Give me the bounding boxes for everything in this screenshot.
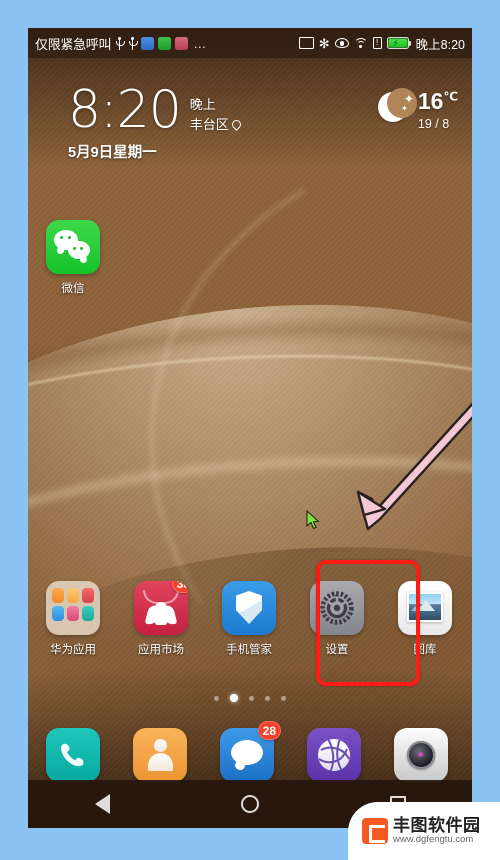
home-circle-icon[interactable] [220, 789, 280, 819]
phone-manager-icon [222, 581, 276, 635]
clock-widget[interactable]: 8:20 晚上 丰台区 5月9日星期一 [68, 80, 243, 162]
app-label: 应用市场 [138, 644, 184, 656]
wifi-icon [353, 37, 368, 49]
highlight-box-settings [316, 560, 420, 686]
watermark-site-name: 丰图软件园 [393, 815, 481, 835]
wechat-icon [46, 220, 100, 274]
app-label: 手机管家 [226, 644, 272, 656]
notification-blue-icon [141, 36, 155, 50]
app-label: 微信 [61, 283, 85, 295]
dock-icon-contacts[interactable] [133, 728, 187, 782]
status-bar-time: 晚上8:20 [415, 37, 465, 52]
phone-screen: 仅限紧急呼叫 … ✻ ! ⚡ 晚上8:20 8:20 晚上 丰台区 5月9日星期… [28, 28, 472, 828]
sim-alert-icon: ! [372, 37, 382, 49]
app-icon-phone-manager[interactable]: 手机管家 [218, 581, 280, 657]
page-dot-active[interactable] [230, 694, 238, 702]
carrier-label: 仅限紧急呼叫 [35, 36, 112, 52]
page-dot[interactable] [249, 695, 254, 701]
weather-widget[interactable]: ✦ ✦ 16℃ 19 / 8 [377, 88, 458, 131]
app-icon-app-market[interactable]: 38 应用市场 [130, 581, 192, 657]
clock-date: 5月9日星期一 [68, 145, 157, 162]
dock-icon-camera[interactable] [394, 728, 448, 782]
watermark: 丰图软件园 www.dgfengtu.com [348, 802, 500, 860]
location-pin-icon [229, 117, 243, 131]
cast-icon [298, 37, 314, 49]
page-dot[interactable] [265, 695, 270, 701]
back-triangle-icon[interactable] [72, 789, 132, 819]
usb-icon [128, 36, 139, 50]
notification-green-icon [158, 36, 172, 50]
dock-icon-messages[interactable]: 28 [220, 721, 281, 782]
clock-location: 丰台区 [189, 116, 229, 132]
bluetooth-icon: ✻ [318, 35, 330, 51]
moon-icon: ✦ ✦ [377, 88, 417, 126]
dock-icon-browser[interactable] [307, 728, 361, 782]
clock-period: 晚上 [189, 97, 216, 112]
more-notifications-indicator: … [193, 35, 208, 51]
page-dot[interactable] [281, 695, 286, 701]
page-indicator[interactable] [28, 694, 472, 702]
eye-comfort-icon [334, 38, 349, 48]
weather-unit: ℃ [443, 89, 458, 104]
battery-charging-icon: ⚡ [386, 37, 412, 49]
usb-icon [115, 36, 126, 50]
app-label: 华为应用 [50, 644, 96, 656]
watermark-logo-icon [362, 818, 388, 844]
weather-temperature: 16 [417, 88, 444, 114]
watermark-url: www.dgfengtu.com [393, 834, 474, 846]
mouse-pointer [306, 510, 320, 530]
badge-count: 28 [257, 721, 281, 740]
app-icon-wechat[interactable]: 微信 [42, 220, 104, 296]
app-icon-huawei-apps-folder[interactable]: 华为应用 [42, 581, 104, 657]
status-bar[interactable]: 仅限紧急呼叫 … ✻ ! ⚡ 晚上8:20 [28, 28, 472, 58]
folder-icon [46, 581, 100, 635]
app-market-icon: 38 [134, 581, 188, 635]
dock-icon-phone-dialer[interactable] [46, 728, 100, 782]
page-dot[interactable] [214, 695, 219, 701]
weather-range: 19 / 8 [417, 117, 450, 131]
notification-pink-icon [175, 36, 189, 50]
clock-time: 8:20 [68, 80, 182, 140]
